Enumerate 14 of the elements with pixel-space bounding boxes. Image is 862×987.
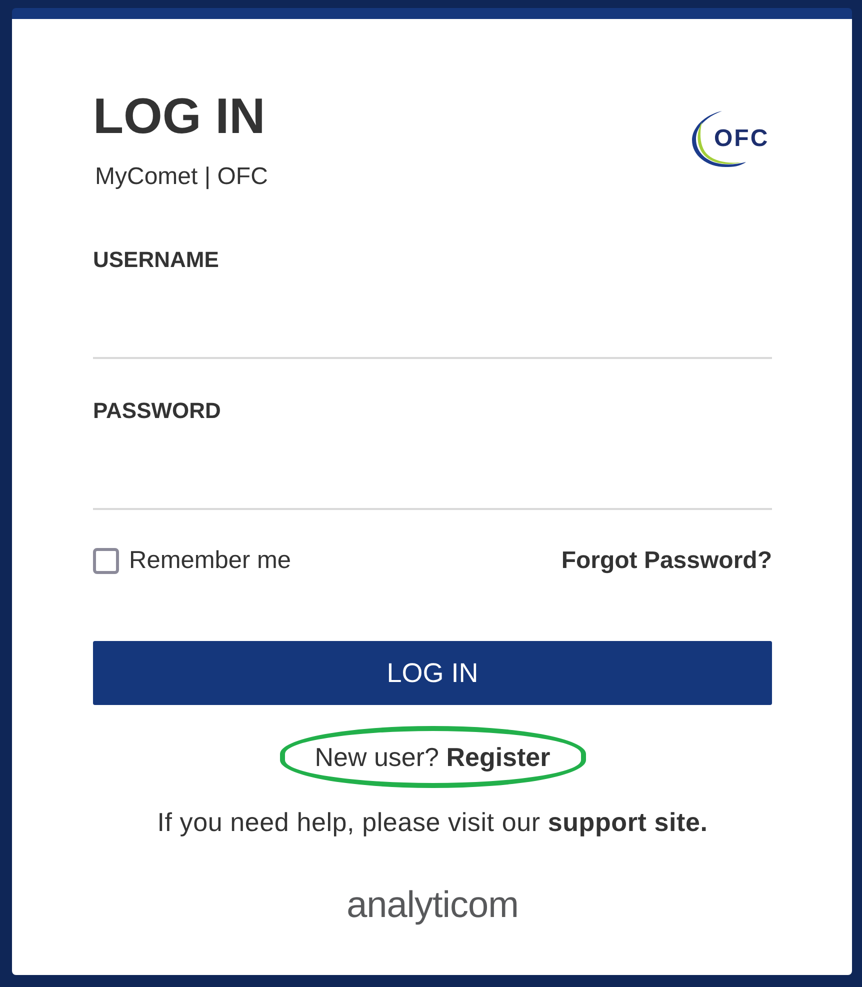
footer-logo-text: analyticom	[346, 883, 518, 927]
register-prompt: New user? Register	[314, 741, 550, 773]
field-label: PASSWORD	[93, 397, 222, 425]
page-title: LOG IN	[93, 91, 266, 141]
help-text: If you need help, please visit our support site.	[156, 806, 709, 838]
register-link[interactable]: Register	[446, 742, 550, 772]
remember-checkbox[interactable]	[93, 548, 119, 574]
logo-text: OFC	[714, 125, 770, 152]
forgot-password-link[interactable]: Forgot Password?	[561, 546, 772, 576]
remember-me-label[interactable]: Remember me	[129, 546, 292, 576]
field-label: USERNAME	[93, 246, 220, 274]
support-site-link[interactable]: support site.	[548, 807, 708, 837]
page-subtitle: MyComet | OFC	[95, 162, 268, 192]
login-button[interactable]: LOG IN	[93, 641, 772, 705]
